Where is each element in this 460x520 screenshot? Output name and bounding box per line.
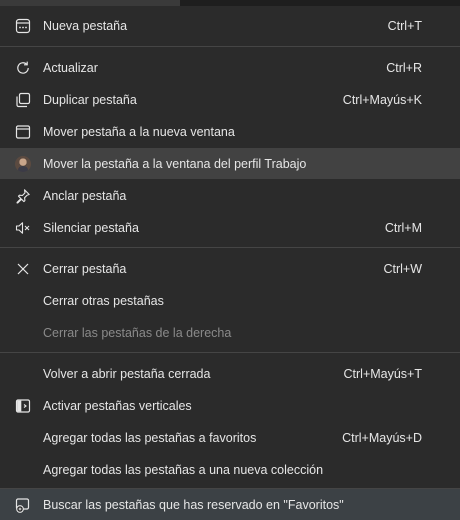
- mute-icon: [14, 219, 32, 237]
- menu-item-add-all-to-favorites[interactable]: Agregar todas las pestañas a favoritos C…: [0, 422, 460, 453]
- menu-item-move-to-profile-window[interactable]: Mover la pestaña a la ventana del perfil…: [0, 148, 460, 179]
- menu-item-label: Actualizar: [43, 60, 98, 75]
- refresh-icon: [14, 59, 32, 77]
- menu-item-refresh[interactable]: Actualizar Ctrl+R: [0, 52, 460, 83]
- menu-separator: [0, 352, 460, 353]
- menu-item-close-tabs-right: Cerrar las pestañas de la derecha: [0, 317, 460, 348]
- menu-item-label: Activar pestañas verticales: [43, 398, 192, 413]
- menu-item-reopen-closed-tab[interactable]: Volver a abrir pestaña cerrada Ctrl+Mayú…: [0, 358, 460, 389]
- menu-item-shortcut: Ctrl+Mayús+K: [342, 92, 422, 107]
- close-icon: [14, 260, 32, 278]
- duplicate-tab-icon: [14, 91, 32, 109]
- menu-item-label: Nueva pestaña: [43, 18, 128, 33]
- menu-item-move-to-new-window[interactable]: Mover pestaña a la nueva ventana: [0, 116, 460, 147]
- menu-item-shortcut: Ctrl+W: [383, 261, 422, 276]
- menu-item-pin-tab[interactable]: Anclar pestaña: [0, 180, 460, 211]
- menu-item-search-reserved-tabs[interactable]: Buscar las pestañas que has reservado en…: [0, 489, 460, 520]
- new-tab-icon: [14, 17, 32, 35]
- menu-item-label: Cerrar pestaña: [43, 261, 127, 276]
- menu-item-shortcut: Ctrl+M: [384, 220, 422, 235]
- tab-context-menu: Nueva pestaña Ctrl+T Actualizar Ctrl+R D…: [0, 6, 460, 520]
- menu-item-add-all-to-collection[interactable]: Agregar todas las pestañas a una nueva c…: [0, 454, 460, 485]
- pin-icon: [14, 187, 32, 205]
- menu-item-label: Cerrar las pestañas de la derecha: [43, 325, 232, 340]
- menu-item-label: Anclar pestaña: [43, 188, 127, 203]
- menu-item-label: Volver a abrir pestaña cerrada: [43, 366, 211, 381]
- menu-item-duplicate-tab[interactable]: Duplicar pestaña Ctrl+Mayús+K: [0, 84, 460, 115]
- menu-item-vertical-tabs[interactable]: Activar pestañas verticales: [0, 390, 460, 421]
- menu-item-mute-tab[interactable]: Silenciar pestaña Ctrl+M: [0, 212, 460, 243]
- menu-item-shortcut: Ctrl+R: [386, 60, 422, 75]
- menu-item-new-tab[interactable]: Nueva pestaña Ctrl+T: [0, 10, 460, 41]
- menu-item-label: Duplicar pestaña: [43, 92, 137, 107]
- menu-item-close-other-tabs[interactable]: Cerrar otras pestañas: [0, 285, 460, 316]
- menu-item-shortcut: Ctrl+Mayús+D: [342, 430, 422, 445]
- menu-item-label: Buscar las pestañas que has reservado en…: [43, 497, 344, 512]
- avatar: [15, 155, 31, 172]
- menu-item-shortcut: Ctrl+T: [387, 18, 422, 33]
- profile-avatar: [14, 155, 32, 173]
- new-window-icon: [14, 123, 32, 141]
- menu-separator: [0, 247, 460, 248]
- menu-item-label: Mover la pestaña a la ventana del perfil…: [43, 156, 307, 171]
- menu-item-label: Cerrar otras pestañas: [43, 293, 164, 308]
- menu-item-label: Agregar todas las pestañas a favoritos: [43, 430, 257, 445]
- menu-item-label: Agregar todas las pestañas a una nueva c…: [43, 462, 324, 477]
- menu-item-label: Silenciar pestaña: [43, 220, 139, 235]
- vertical-tabs-icon: [14, 397, 32, 415]
- search-tabs-icon: [14, 496, 32, 514]
- menu-item-label: Mover pestaña a la nueva ventana: [43, 124, 235, 139]
- menu-item-close-tab[interactable]: Cerrar pestaña Ctrl+W: [0, 253, 460, 284]
- menu-item-shortcut: Ctrl+Mayús+T: [343, 366, 423, 381]
- menu-separator: [0, 46, 460, 47]
